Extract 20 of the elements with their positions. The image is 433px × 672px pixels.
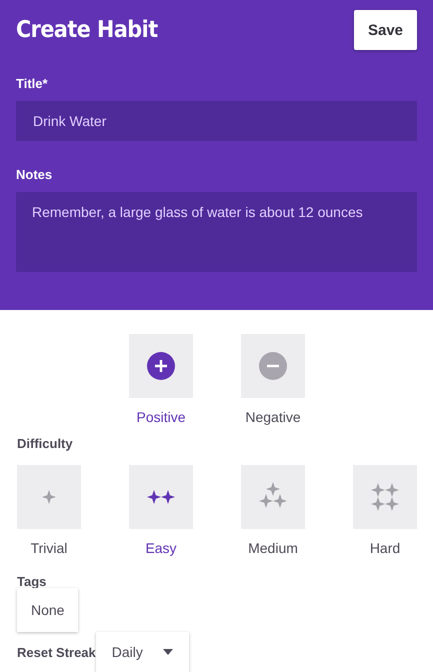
direction-option[interactable] <box>129 334 193 398</box>
caret-icon <box>162 649 173 655</box>
reset-streak-dropdown[interactable]: Daily <box>96 632 189 672</box>
option-label: Easy <box>145 540 177 556</box>
page-title: Create Habit <box>16 17 158 43</box>
option-label: Positive <box>136 409 186 425</box>
field-label: Notes <box>16 167 54 182</box>
option-label: Trivial <box>30 540 68 556</box>
difficulty-option[interactable] <box>129 465 193 529</box>
title-field[interactable]: Drink Water <box>16 101 417 141</box>
save-button[interactable]: Save <box>354 10 417 50</box>
tags-select[interactable]: None <box>17 588 78 632</box>
option-label: Hard <box>370 540 400 556</box>
field-label: Title* <box>16 76 49 91</box>
section-label: Difficulty <box>17 436 74 451</box>
option-label: Negative <box>245 409 301 425</box>
notes-field[interactable]: Remember, a large glass of water is about 12 ounces <box>16 192 417 272</box>
section-label: Tags <box>17 574 48 589</box>
option-label: Medium <box>248 540 298 556</box>
section-label: Reset Streak <box>17 644 96 660</box>
